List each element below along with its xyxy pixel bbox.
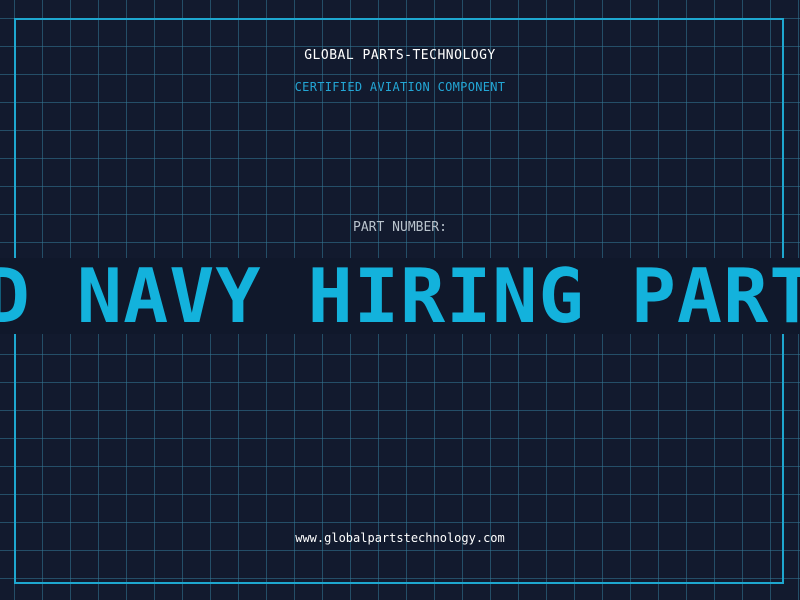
part-number-banner: D NAVY HIRING PART <box>0 258 800 334</box>
part-number-value: D NAVY HIRING PART <box>0 258 800 334</box>
website-url[interactable]: www.globalpartstechnology.com <box>0 531 800 545</box>
part-number-label: PART NUMBER: <box>353 220 447 235</box>
company-name: GLOBAL PARTS-TECHNOLOGY <box>304 48 496 63</box>
certification-tagline: CERTIFIED AVIATION COMPONENT <box>294 80 506 94</box>
